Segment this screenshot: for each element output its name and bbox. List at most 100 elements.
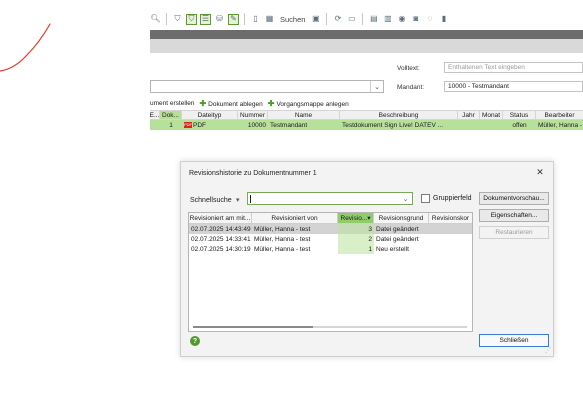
col-e[interactable]: E... [150,111,160,119]
red-pen-stroke [0,23,51,72]
database-icon[interactable]: ⛁ [214,14,225,25]
cell-comment [429,234,472,244]
cell-by: Müller, Hanna - test [254,235,311,243]
comment-icon[interactable]: ◌ [424,14,435,25]
volltext-input[interactable]: Enthaltenen Text eingeben [444,62,583,73]
document-grid-header: E... Dok... Dateityp Nummer Name Beschre… [150,110,583,120]
preview-button[interactable]: Dokumentvorschau... [479,192,549,205]
col-revisioniert-von[interactable]: Revisioniert von [252,213,338,223]
cell-reason: Datei geändert [376,235,419,243]
create-folder-button[interactable]: ✚ Vorgangsmappe anlegen [268,99,349,108]
mandant-select[interactable]: 10000 - Testmandant [444,81,583,92]
battery-icon: ▮ [441,14,447,23]
plus-icon: ✚ [267,99,275,108]
restore-button[interactable]: Restaurieren [479,226,549,239]
col-name[interactable]: Name [268,111,340,119]
revision-grid: Revisioniert am mit... Revisioniert von … [188,212,473,332]
search-button[interactable]: Suchen [278,15,307,24]
document-row[interactable]: 1 PDF PDF 10000 Testmandant Testdokument … [150,120,583,130]
create-document-button[interactable]: ument erstellen [150,100,194,107]
cell-rev: 3 [338,224,374,234]
revision-row[interactable]: 02.07.2025 14:43:49 Müller, Hanna - test… [189,224,472,234]
col-bearbeiter[interactable]: Bearbeiter [536,111,583,119]
sort-down-icon: ▾ [367,215,371,222]
mandant-label: Mandant: [397,84,425,91]
plus-icon: ✚ [199,99,207,108]
scrollbar-thumb[interactable] [193,326,313,328]
filter-combo[interactable]: ⌄ [150,80,384,93]
revision-row[interactable]: 02.07.2025 14:33:41 Müller, Hanna - test… [189,234,472,244]
text-caret [250,195,251,203]
col-monat[interactable]: Monat [480,111,503,119]
folder-icon[interactable]: ▭ [346,14,357,25]
grid-view-icon[interactable]: ▦ [264,14,275,25]
properties-button[interactable]: Eigenschaften... [479,209,549,222]
cell-reason: Datei geändert [376,225,419,233]
help-icon[interactable]: ? [190,336,200,346]
volltext-label: Volltext: [397,65,420,72]
list-view-icon[interactable]: ☰ [200,13,211,25]
search-zoom-icon[interactable]: 🔍︎ [150,14,161,25]
cell-by: Müller, Hanna - test [254,245,311,253]
close-button[interactable]: Schließen [479,334,549,347]
col-revisionsgrund[interactable]: Revisionsgrund [374,213,429,223]
schnellsuche-label: Schnellsuche [190,197,232,204]
create-folder-label: Vorgangsmappe anlegen [276,101,349,108]
left-blank-area [0,0,150,400]
help-circle-icon[interactable]: ◉ [396,14,407,25]
toolbar-separator [166,13,167,25]
image-icon[interactable]: ◙ [410,14,421,25]
toolbar-separator [362,13,364,25]
document-edit-icon[interactable]: ✎ [228,13,239,25]
revision-row[interactable]: 02.07.2025 14:30:19 Müller, Hanna - test… [189,244,472,254]
main-toolbar: 🔍︎ ⛉ ⛉ ☰ ⛁ ✎ ▯ ▦ Suchen ▣ ⟳ ▭ ▤ ▥ ◉ ◙ ◌ … [150,8,583,30]
cell-name: Testmandant [270,121,308,129]
col-beschreibung[interactable]: Beschreibung [340,111,458,119]
revision-grid-body: 02.07.2025 14:43:49 Müller, Hanna - test… [189,224,472,254]
cell-status: offen [512,121,527,129]
col-revisioniert-am[interactable]: Revisioniert am mit... [189,213,252,223]
page-icon[interactable]: ▯ [250,14,261,25]
cell-dok: 1 [169,121,173,129]
schnellsuche-input[interactable]: ⌄ [247,192,413,205]
filter-icon[interactable]: ⛉ [172,14,183,25]
store-document-button[interactable]: ✚ Dokument ablegen [199,99,262,108]
filter-active-icon[interactable]: ⛉ [186,13,197,25]
resize-grip-icon[interactable]: ⋰ [545,347,551,354]
revision-history-dialog: Revisionshistorie zu Dokumentnummer 1 ✕ … [180,161,554,357]
cell-dateityp: PDF PDF [182,120,238,130]
cell-e [150,120,160,130]
horizontal-scrollbar[interactable] [193,326,467,328]
filter-dropdown-icon[interactable]: ▾ [236,196,240,204]
revision-grid-header: Revisioniert am mit... Revisioniert von … [189,213,472,224]
gray-subheader-bar [150,39,583,53]
action-bar: ument erstellen ✚ Dokument ablegen ✚ Vorga… [150,98,583,109]
col-revisionskommentar[interactable]: Revisionskor [429,213,472,223]
col-dateityp[interactable]: Dateityp [182,111,238,119]
archive-icon[interactable]: ▤ [368,14,379,25]
cell-rev: 2 [338,234,374,244]
refresh-icon[interactable]: ⟳ [332,14,343,25]
store-document-label: Dokument ablegen [208,101,263,108]
cell-beschreibung: Testdokument Sign Live! DATEV ... [342,121,444,129]
cell-by: Müller, Hanna - test [254,225,311,233]
toolbar-separator [244,13,245,25]
calendar-icon[interactable]: ▥ [382,14,393,25]
chevron-down-icon[interactable]: ⌄ [400,193,411,204]
monitor-icon[interactable]: ▣ [310,14,321,25]
cell-date: 02.07.2025 14:33:41 [191,235,251,243]
cell-monat [480,120,503,130]
cell-comment [429,224,472,234]
col-nummer[interactable]: Nummer [238,111,268,119]
col-status[interactable]: Status [503,111,536,119]
chevron-down-icon[interactable]: ⌄ [370,81,383,92]
cell-nummer: 10000 [247,121,266,129]
dark-header-bar [150,30,583,39]
col-jahr[interactable]: Jahr [458,111,480,119]
cell-date: 02.07.2025 14:30:19 [191,245,251,253]
col-dok[interactable]: Dok... [160,111,182,119]
close-icon[interactable]: ✕ [535,167,545,177]
cell-bearbeiter: Müller, Hanna - te [538,121,583,129]
gruppierfeld-checkbox[interactable] [421,194,430,203]
col-revision[interactable]: Revisio... ▾ [338,213,374,223]
